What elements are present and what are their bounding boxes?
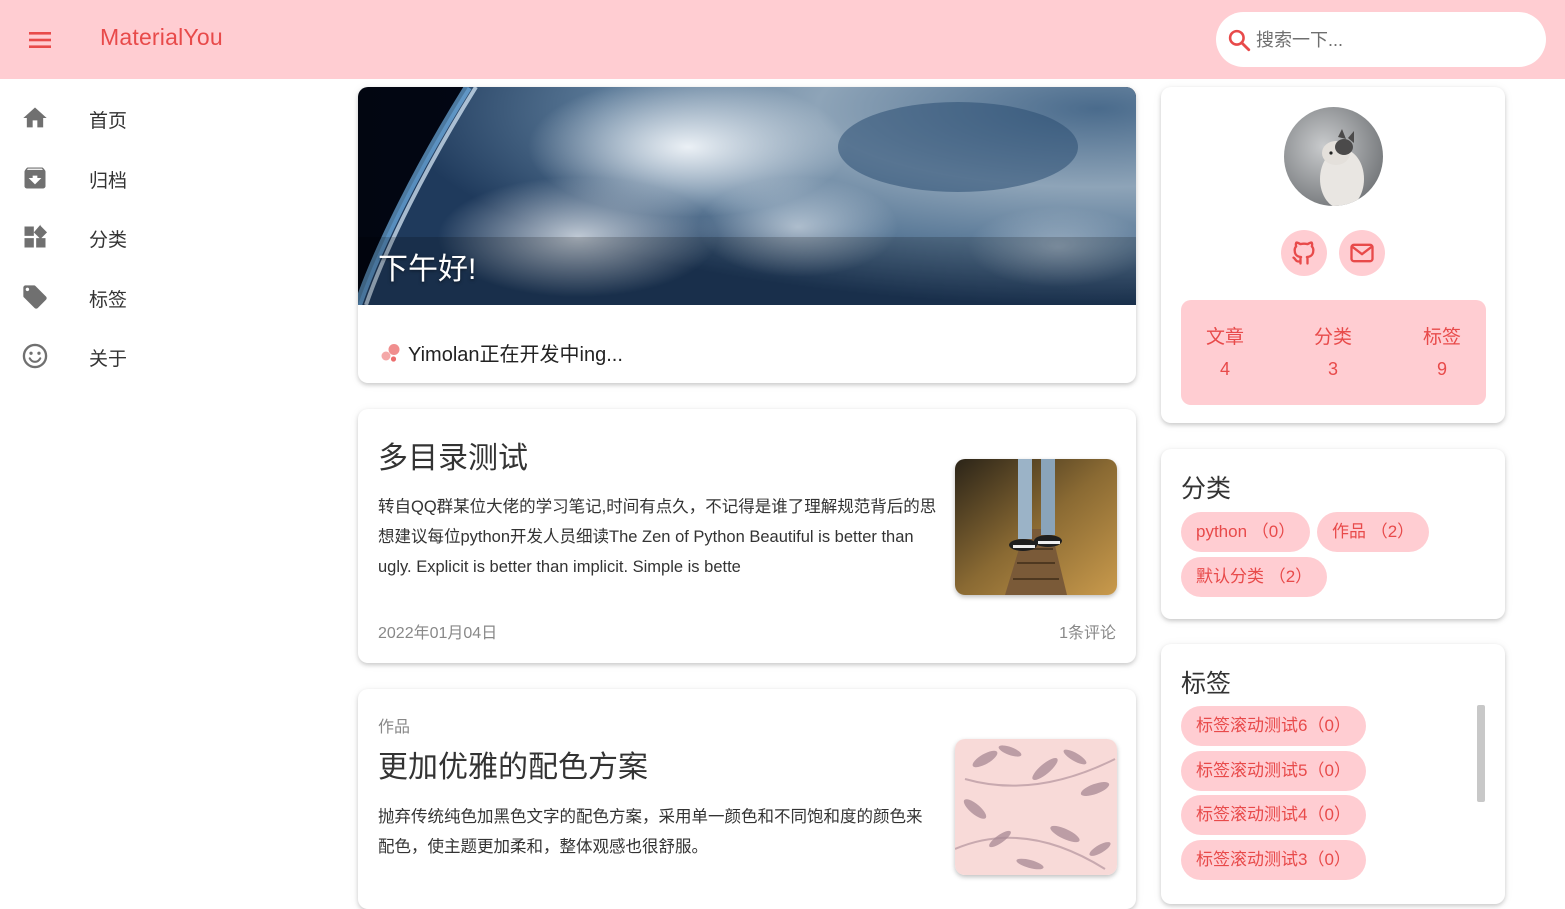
widget-title: 分类 [1181,475,1232,503]
categories-widget: 分类 python （0） 作品 （2） 默认分类 （2） [1161,449,1505,619]
post-thumbnail[interactable] [955,459,1117,595]
post-comments-link[interactable]: 1条评论 [1059,619,1116,643]
stat-label: 分类 [1313,327,1352,348]
sidebar-item-tags[interactable]: 标签 [0,267,300,327]
widget-title: 标签 [1181,670,1232,698]
email-button[interactable] [1339,230,1385,276]
profile-card: 文章 4 分类 3 标签 9 [1161,87,1505,423]
search-icon [1228,29,1251,52]
boardwalk-photo [955,459,1117,595]
cat-avatar-image [1284,107,1383,206]
sidebar-nav: 首页 归档 分类 标签 关于 [0,88,300,386]
tag-chip[interactable]: 标签滚动测试6（0） [1181,706,1366,746]
post-excerpt: 抛弃传统纯色加黑色文字的配色方案，采用单一颜色和不同饱和度的颜色来配色，使主题更… [378,808,923,856]
sidebar-item-home[interactable]: 首页 [0,88,300,148]
mail-icon [1350,243,1374,263]
tags-scrollbar[interactable] [1477,705,1485,802]
category-icon [24,224,48,248]
smiley-icon [22,343,48,369]
notice-text: Yimolan正在开发中ing... [408,344,623,366]
github-button[interactable] [1281,230,1327,276]
category-chip[interactable]: python （0） [1181,512,1311,552]
stat-value: 9 [1436,359,1447,379]
brand-title[interactable]: MaterialYou [100,24,223,51]
post-card: 多目录测试 转自QQ群某位大佬的学习笔记,时间有点久，不记得是谁了理解规范背后的… [358,409,1136,663]
notice-line: Yimolan正在开发中ing... [380,338,623,367]
stat-label: 文章 [1205,327,1244,348]
stat-value: 3 [1327,359,1338,379]
post-title[interactable]: 更加优雅的配色方案 [378,742,648,786]
post-excerpt: 转自QQ群某位大佬的学习笔记,时间有点久，不记得是谁了理解规范背后的思想建议每位… [378,498,937,576]
sidebar-item-label: 首页 [89,111,128,132]
bubbles-icon [381,343,400,362]
tag-icon [23,284,47,309]
post-category[interactable]: 作品 [378,713,410,737]
stats-panel: 文章 4 分类 3 标签 9 [1181,300,1486,405]
leaf-shadow-photo [955,739,1117,875]
sidebar-item-archive[interactable]: 归档 [0,148,300,208]
stat-articles[interactable]: 文章 4 [1180,322,1270,380]
tags-widget: 标签 标签滚动测试6（0） 标签滚动测试5（0） 标签滚动测试4（0） 标签滚动… [1161,644,1505,904]
sidebar-item-about[interactable]: 关于 [0,326,300,386]
app-bar: MaterialYou [0,0,1565,79]
post-thumbnail[interactable] [955,739,1117,875]
archive-icon [24,167,46,188]
stat-label: 标签 [1422,327,1461,348]
home-icon [23,107,47,128]
post-title[interactable]: 多目录测试 [378,433,528,477]
tag-chip[interactable]: 标签滚动测试4（0） [1181,795,1366,835]
tag-chip[interactable]: 标签滚动测试3（0） [1181,840,1366,880]
github-icon [1292,241,1315,265]
sidebar-item-label: 标签 [89,289,128,311]
stat-value: 4 [1219,359,1230,379]
post-card: 作品 更加优雅的配色方案 抛弃传统纯色加黑色文字的配色方案，采用单一颜色和不同饱… [358,689,1136,909]
sidebar-item-label: 归档 [89,170,128,192]
hero-card: 下午好! Yimolan正在开发中ing... [358,87,1136,383]
stat-categories[interactable]: 分类 3 [1288,322,1378,380]
tag-chip[interactable]: 标签滚动测试5（0） [1181,751,1366,791]
category-chip[interactable]: 默认分类 （2） [1181,557,1328,597]
sidebar-item-label: 关于 [89,349,128,370]
stat-tags[interactable]: 标签 9 [1397,322,1487,380]
category-chip[interactable]: 作品 （2） [1317,512,1430,552]
hamburger-icon [29,32,51,48]
search-input[interactable] [1256,24,1526,56]
menu-button[interactable] [22,22,58,58]
avatar[interactable] [1284,107,1383,206]
sidebar-item-label: 分类 [89,230,128,251]
sidebar-item-category[interactable]: 分类 [0,207,300,267]
greeting-text: 下午好! [378,253,477,286]
search-box[interactable] [1216,12,1546,67]
post-date: 2022年01月04日 [378,625,498,642]
